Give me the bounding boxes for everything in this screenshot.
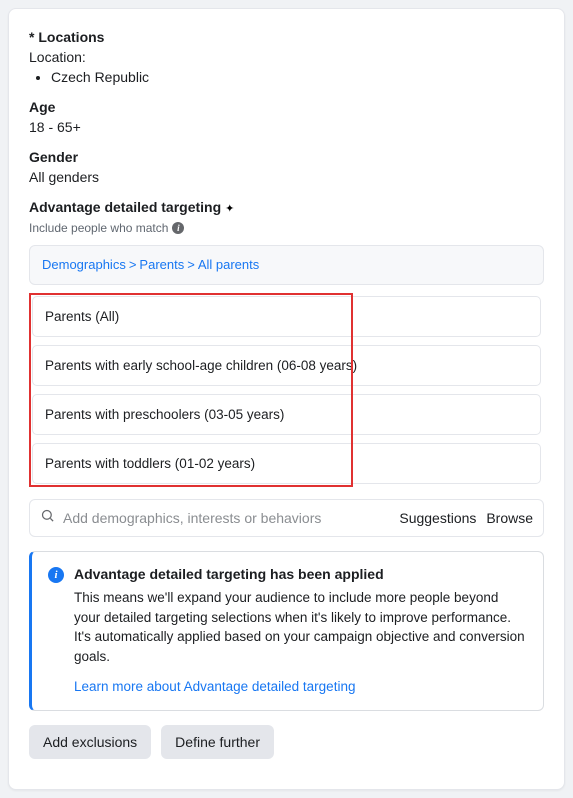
suggestions-button[interactable]: Suggestions <box>399 510 476 526</box>
location-item: Czech Republic <box>51 69 544 85</box>
targeting-sublabel: Include people who match <box>29 221 168 235</box>
age-section: Age 18 - 65+ <box>29 99 544 135</box>
browse-button[interactable]: Browse <box>486 510 533 526</box>
age-value: 18 - 65+ <box>29 119 544 135</box>
search-icon <box>40 508 55 528</box>
list-item[interactable]: Parents (All) <box>32 296 541 337</box>
list-item[interactable]: Parents with toddlers (01-02 years) <box>32 443 541 484</box>
locations-label: * Locations <box>29 29 544 45</box>
search-row: Add demographics, interests or behaviors… <box>29 499 544 537</box>
age-label: Age <box>29 99 544 115</box>
targeting-label: Advantage detailed targeting <box>29 199 221 215</box>
gender-label: Gender <box>29 149 544 165</box>
info-icon[interactable]: i <box>172 222 184 234</box>
notice-box: i Advantage detailed targeting has been … <box>29 551 544 711</box>
location-list: Czech Republic <box>29 69 544 85</box>
list-item[interactable]: Parents with preschoolers (03-05 years) <box>32 394 541 435</box>
learn-more-link[interactable]: Learn more about Advantage detailed targ… <box>74 679 355 694</box>
location-sublabel: Location: <box>29 49 544 65</box>
breadcrumb-all-parents[interactable]: All parents <box>198 257 259 272</box>
info-icon: i <box>48 567 64 583</box>
breadcrumb: Demographics>Parents>All parents <box>29 245 544 285</box>
highlighted-options: Parents (All) Parents with early school-… <box>29 293 544 487</box>
gender-value: All genders <box>29 169 544 185</box>
targeting-section: Advantage detailed targeting ✦ Include p… <box>29 199 544 759</box>
targeting-card: * Locations Location: Czech Republic Age… <box>8 8 565 790</box>
breadcrumb-parents[interactable]: Parents <box>139 257 184 272</box>
breadcrumb-demographics[interactable]: Demographics <box>42 257 126 272</box>
search-input[interactable]: Add demographics, interests or behaviors <box>63 510 321 526</box>
notice-title: Advantage detailed targeting has been ap… <box>74 566 527 582</box>
notice-text: This means we'll expand your audience to… <box>74 588 527 666</box>
locations-section: * Locations Location: Czech Republic <box>29 29 544 85</box>
define-further-button[interactable]: Define further <box>161 725 274 759</box>
gender-section: Gender All genders <box>29 149 544 185</box>
add-exclusions-button[interactable]: Add exclusions <box>29 725 151 759</box>
list-item[interactable]: Parents with early school-age children (… <box>32 345 541 386</box>
sparkle-icon: ✦ <box>225 204 234 215</box>
